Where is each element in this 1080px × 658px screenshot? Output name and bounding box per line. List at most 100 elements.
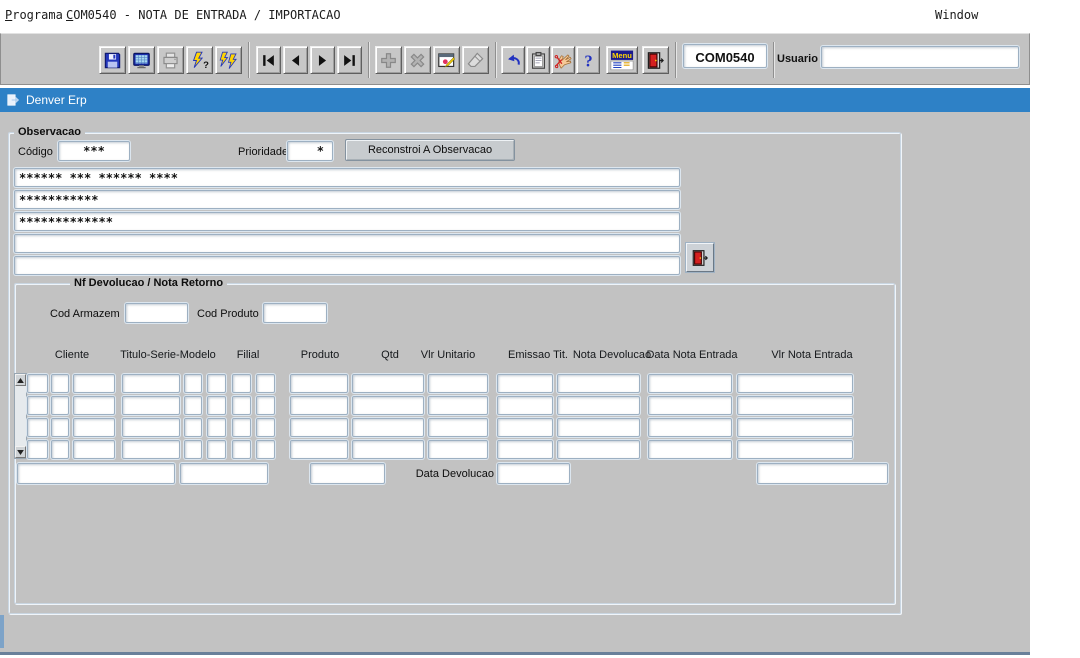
footer-field-right[interactable] — [757, 463, 888, 484]
grid-cell-filial-cod-row-3[interactable] — [232, 418, 251, 437]
grid-cell-filial-loja-row-3[interactable] — [256, 418, 275, 437]
observacao-line-5[interactable] — [14, 256, 680, 275]
grid-cell-nota-devolucao-row-1[interactable] — [557, 374, 640, 393]
cod-produto-input[interactable] — [263, 303, 327, 323]
data-devolucao-input[interactable] — [497, 463, 570, 484]
grid-cell-titulo-row-4[interactable] — [122, 440, 180, 459]
footer-field-mid[interactable] — [310, 463, 385, 484]
observacao-line-3[interactable]: ************* — [14, 212, 680, 231]
grid-cell-vlr-nota-entrada-row-4[interactable] — [737, 440, 853, 459]
grid-cell-cliente-nome-row-2[interactable] — [73, 396, 115, 415]
grid-cell-titulo-row-1[interactable] — [122, 374, 180, 393]
footer-field-left-1[interactable] — [17, 463, 175, 484]
grid-cell-titulo-row-3[interactable] — [122, 418, 180, 437]
grid-cell-produto-row-3[interactable] — [290, 418, 348, 437]
execute-query-button[interactable] — [215, 46, 242, 74]
grid-cell-cliente-cod-row-1[interactable] — [27, 374, 48, 393]
save-button[interactable] — [99, 46, 126, 74]
grid-cell-cliente-loja-row-3[interactable] — [51, 418, 69, 437]
menu-button[interactable]: Menu — [606, 46, 638, 74]
grid-cell-data-nota-entrada-row-1[interactable] — [648, 374, 732, 393]
grid-cell-cliente-nome-row-1[interactable] — [73, 374, 115, 393]
first-record-button[interactable] — [256, 46, 281, 74]
grid-cell-serie-row-4[interactable] — [184, 440, 202, 459]
grid-cell-cliente-loja-row-4[interactable] — [51, 440, 69, 459]
grid-cell-qtd-row-3[interactable] — [352, 418, 424, 437]
menu-programa[interactable]: Programa — [5, 8, 63, 22]
grid-cell-emissao-tit-row-1[interactable] — [497, 374, 553, 393]
undo-button[interactable] — [501, 46, 525, 74]
grid-cell-data-nota-entrada-row-3[interactable] — [648, 418, 732, 437]
help-button[interactable]: ? — [576, 46, 600, 74]
grid-cell-modelo-row-2[interactable] — [207, 396, 226, 415]
grid-cell-filial-loja-row-2[interactable] — [256, 396, 275, 415]
grid-cell-produto-row-2[interactable] — [290, 396, 348, 415]
grid-cell-qtd-row-2[interactable] — [352, 396, 424, 415]
grid-cell-produto-row-4[interactable] — [290, 440, 348, 459]
footer-field-left-2[interactable] — [180, 463, 268, 484]
grid-cell-modelo-row-3[interactable] — [207, 418, 226, 437]
observacao-line-4[interactable] — [14, 234, 680, 253]
grid-scrollbar[interactable] — [14, 373, 27, 459]
grid-cell-nota-devolucao-row-2[interactable] — [557, 396, 640, 415]
grid-cell-modelo-row-1[interactable] — [207, 374, 226, 393]
grid-cell-vlr-nota-entrada-row-2[interactable] — [737, 396, 853, 415]
delete-record-button[interactable] — [404, 46, 431, 74]
next-record-button[interactable] — [310, 46, 335, 74]
clipboard-button[interactable] — [526, 46, 550, 74]
grid-cell-vlr-unitario-row-4[interactable] — [428, 440, 488, 459]
usuario-input[interactable] — [821, 46, 1019, 68]
prioridade-input[interactable]: * — [287, 141, 333, 161]
program-code-field[interactable]: COM0540 — [683, 44, 767, 68]
menu-window-title[interactable]: COM0540 - NOTA DE ENTRADA / IMPORTACAO — [66, 8, 341, 22]
grid-cell-vlr-unitario-row-1[interactable] — [428, 374, 488, 393]
grid-cell-data-nota-entrada-row-2[interactable] — [648, 396, 732, 415]
grid-cell-emissao-tit-row-2[interactable] — [497, 396, 553, 415]
grid-cell-cliente-nome-row-4[interactable] — [73, 440, 115, 459]
grid-cell-qtd-row-4[interactable] — [352, 440, 424, 459]
grid-cell-nota-devolucao-row-4[interactable] — [557, 440, 640, 459]
screen-button[interactable] — [128, 46, 155, 74]
grid-cell-vlr-nota-entrada-row-3[interactable] — [737, 418, 853, 437]
cut-button[interactable] — [551, 46, 575, 74]
grid-cell-emissao-tit-row-4[interactable] — [497, 440, 553, 459]
grid-cell-emissao-tit-row-3[interactable] — [497, 418, 553, 437]
cod-armazem-input[interactable] — [125, 303, 188, 323]
observacao-line-1[interactable]: ****** *** ****** **** — [14, 168, 680, 187]
grid-cell-produto-row-1[interactable] — [290, 374, 348, 393]
grid-cell-filial-loja-row-1[interactable] — [256, 374, 275, 393]
observacao-line-2[interactable]: *********** — [14, 190, 680, 209]
grid-cell-cliente-cod-row-2[interactable] — [27, 396, 48, 415]
exit-observacao-button[interactable] — [686, 243, 714, 272]
grid-cell-serie-row-1[interactable] — [184, 374, 202, 393]
grid-cell-serie-row-3[interactable] — [184, 418, 202, 437]
grid-cell-cliente-nome-row-3[interactable] — [73, 418, 115, 437]
grid-cell-filial-cod-row-2[interactable] — [232, 396, 251, 415]
scroll-down-button[interactable] — [15, 446, 26, 458]
previous-record-button[interactable] — [283, 46, 308, 74]
grid-cell-cliente-cod-row-4[interactable] — [27, 440, 48, 459]
menu-window[interactable]: Window — [935, 8, 978, 22]
grid-cell-modelo-row-4[interactable] — [207, 440, 226, 459]
codigo-input[interactable]: *** — [58, 141, 130, 161]
scroll-up-button[interactable] — [15, 374, 26, 386]
grid-cell-filial-loja-row-4[interactable] — [256, 440, 275, 459]
edit-window-button[interactable] — [433, 46, 460, 74]
grid-cell-cliente-cod-row-3[interactable] — [27, 418, 48, 437]
reconstroi-observacao-button[interactable]: Reconstroi A Observacao — [345, 139, 515, 161]
last-record-button[interactable] — [337, 46, 362, 74]
grid-cell-vlr-unitario-row-2[interactable] — [428, 396, 488, 415]
grid-cell-titulo-row-2[interactable] — [122, 396, 180, 415]
grid-cell-data-nota-entrada-row-4[interactable] — [648, 440, 732, 459]
grid-cell-vlr-unitario-row-3[interactable] — [428, 418, 488, 437]
grid-cell-filial-cod-row-4[interactable] — [232, 440, 251, 459]
grid-cell-filial-cod-row-1[interactable] — [232, 374, 251, 393]
clear-record-button[interactable] — [462, 46, 489, 74]
insert-record-button[interactable] — [375, 46, 402, 74]
grid-cell-cliente-loja-row-1[interactable] — [51, 374, 69, 393]
print-button[interactable] — [157, 46, 184, 74]
count-query-button[interactable]: ? — [186, 46, 213, 74]
grid-cell-qtd-row-1[interactable] — [352, 374, 424, 393]
grid-cell-cliente-loja-row-2[interactable] — [51, 396, 69, 415]
grid-cell-vlr-nota-entrada-row-1[interactable] — [737, 374, 853, 393]
